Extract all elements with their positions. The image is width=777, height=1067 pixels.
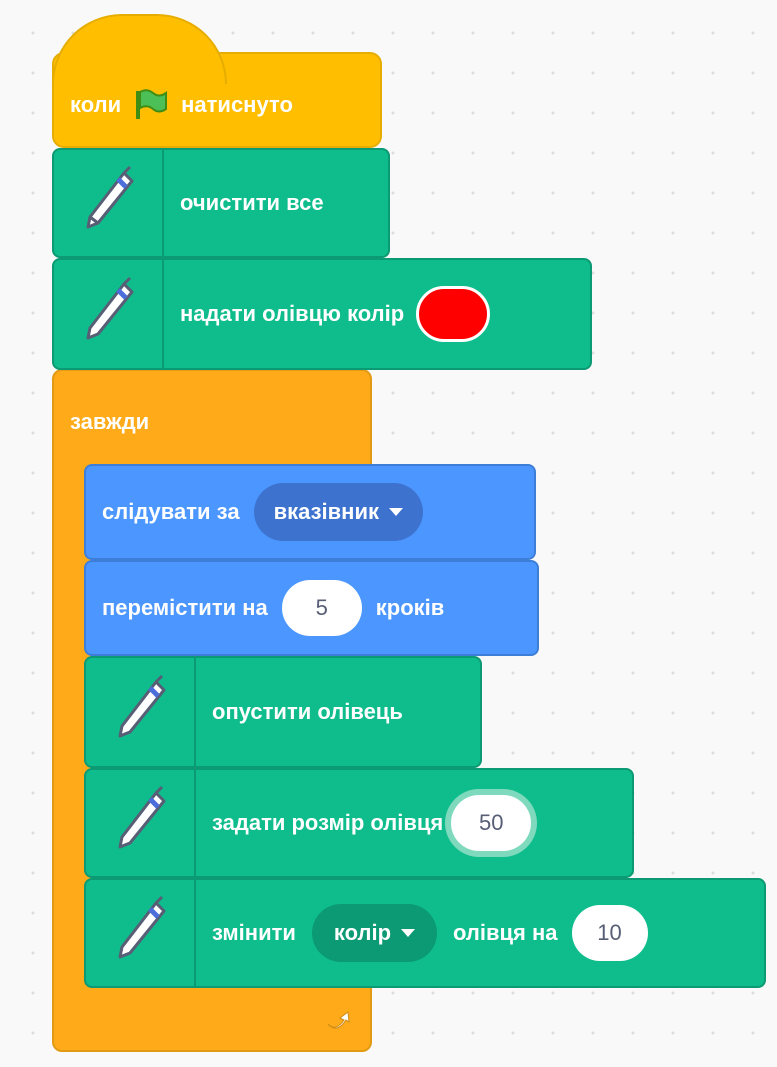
pen-down-label: опустити олівець xyxy=(212,699,403,724)
forever-label: завжди xyxy=(70,409,150,434)
set-size-label: задати розмір олівця xyxy=(212,810,444,835)
move-label-before: перемістити на xyxy=(102,595,268,620)
pen-icon xyxy=(110,895,170,971)
move-label-after: кроків xyxy=(375,595,445,620)
hat-label-before: коли xyxy=(70,92,122,117)
target-dropdown[interactable]: вказівник xyxy=(253,483,423,541)
point-towards-block[interactable]: слідувати за вказівник xyxy=(84,464,536,560)
set-pen-size-block[interactable]: задати розмір олівця 50 xyxy=(84,768,634,878)
pen-extension-icon-cell xyxy=(86,770,196,876)
loop-arrow-icon xyxy=(322,1004,352,1034)
pen-param-value: колір xyxy=(333,920,392,945)
steps-input[interactable]: 5 xyxy=(281,580,362,636)
change-label-after: олівця на xyxy=(453,920,558,945)
set-color-label: надати олівцю колір xyxy=(180,301,405,326)
move-steps-block[interactable]: перемістити на 5 кроків xyxy=(84,560,539,656)
hat-label-after: натиснуто xyxy=(181,92,293,117)
pen-icon xyxy=(78,276,138,352)
pen-extension-icon-cell xyxy=(86,880,196,986)
pen-icon xyxy=(110,674,170,750)
pen-extension-icon-cell xyxy=(54,260,164,368)
pen-param-dropdown[interactable]: колір xyxy=(311,904,438,962)
target-dropdown-value: вказівник xyxy=(273,499,379,524)
pen-down-block[interactable]: опустити олівець xyxy=(84,656,482,768)
green-flag-icon xyxy=(133,89,169,121)
change-pen-param-block[interactable]: змінити колір олівця на 10 xyxy=(84,878,766,988)
pen-icon xyxy=(78,165,138,241)
pen-extension-icon-cell xyxy=(54,150,164,256)
point-towards-label: слідувати за xyxy=(102,499,240,524)
pen-icon xyxy=(110,785,170,861)
chevron-down-icon xyxy=(401,929,416,937)
clear-label: очистити все xyxy=(180,190,324,215)
size-input[interactable]: 50 xyxy=(451,795,532,851)
change-label-before: змінити xyxy=(212,920,296,945)
amount-input[interactable]: 10 xyxy=(571,905,648,961)
color-picker-swatch[interactable] xyxy=(416,286,491,342)
set-pen-color-block[interactable]: надати олівцю колір xyxy=(52,258,592,370)
clear-block[interactable]: очистити все xyxy=(52,148,390,258)
chevron-down-icon xyxy=(389,508,403,516)
pen-extension-icon-cell xyxy=(86,658,196,766)
hat-cap xyxy=(52,14,227,84)
